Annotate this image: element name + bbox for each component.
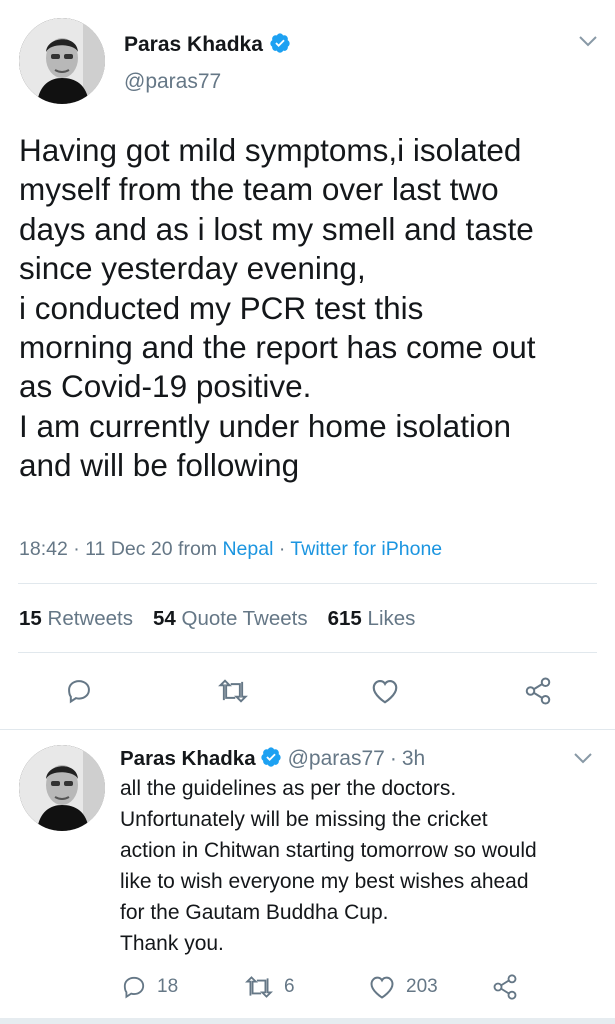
source-link[interactable]: Twitter for iPhone xyxy=(290,538,442,560)
location-link[interactable]: Nepal xyxy=(222,538,273,560)
author-handle[interactable]: @paras77 xyxy=(124,70,221,94)
avatar[interactable] xyxy=(19,18,105,104)
bottom-divider xyxy=(0,1018,615,1024)
tweet-date: 11 Dec 20 xyxy=(85,538,173,560)
retweets-stat[interactable]: 15 Retweets xyxy=(19,607,133,631)
reply-button[interactable] xyxy=(62,674,96,708)
retweet-button[interactable] xyxy=(213,674,253,708)
share-icon xyxy=(525,677,551,705)
reply-time: 3h xyxy=(401,747,426,770)
heart-icon xyxy=(372,679,398,704)
reply-text: all the guidelines as per the doctors. U… xyxy=(120,777,537,955)
reply-retweet-button[interactable]: 6 xyxy=(244,974,295,1000)
retweet-icon xyxy=(245,976,273,998)
heart-icon xyxy=(370,976,394,999)
likes-stat[interactable]: 615 Likes xyxy=(328,607,416,631)
like-count: 203 xyxy=(406,976,438,997)
like-button[interactable] xyxy=(368,674,402,708)
verified-badge-icon xyxy=(260,746,282,773)
meta-dot: · xyxy=(278,538,286,560)
reply-author-name[interactable]: Paras Khadka xyxy=(120,747,256,771)
reply-header: Paras Khadka @paras77 · 3h xyxy=(120,745,425,773)
share-icon xyxy=(493,974,517,1000)
author-name[interactable]: Paras Khadka xyxy=(124,33,263,57)
retweet-icon xyxy=(218,679,248,703)
tweet-stats: 15 Retweets 54 Quote Tweets 615 Likes xyxy=(19,607,415,631)
reply-like-button[interactable]: 203 xyxy=(368,974,438,1000)
reply-icon xyxy=(68,680,90,704)
reply-avatar[interactable] xyxy=(19,745,105,831)
retweet-count: 6 xyxy=(284,976,295,997)
tweet-meta: 18:42 · 11 Dec 20 from Nepal · Twitter f… xyxy=(19,538,442,561)
reply-icon xyxy=(123,976,145,999)
reply-share-button[interactable] xyxy=(491,973,519,1006)
meta-dot: · xyxy=(73,538,80,560)
share-button[interactable] xyxy=(521,674,555,708)
divider xyxy=(0,729,615,730)
reply-author-handle[interactable]: @paras77 xyxy=(288,747,385,771)
tweet-time: 18:42 xyxy=(19,538,68,560)
verified-badge-icon xyxy=(269,32,291,59)
reply-chevron-down-icon[interactable] xyxy=(573,751,593,770)
meta-from: from xyxy=(178,538,218,560)
divider xyxy=(18,583,597,584)
reply-reply-button[interactable]: 18 xyxy=(121,974,178,1000)
chevron-down-icon[interactable] xyxy=(578,34,598,53)
quote-tweets-stat[interactable]: 54 Quote Tweets xyxy=(153,607,308,631)
divider xyxy=(18,652,597,653)
reply-count: 18 xyxy=(157,976,179,997)
tweet-text: Having got mild symptoms,i isolated myse… xyxy=(19,132,536,484)
meta-dot: · xyxy=(389,747,397,770)
